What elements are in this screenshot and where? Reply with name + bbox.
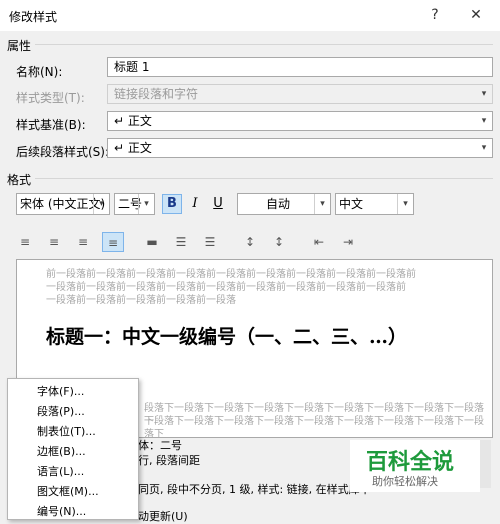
space-before-icon[interactable]: ↕ bbox=[239, 232, 261, 252]
menu-item-paragraph[interactable]: 段落(P)... bbox=[8, 402, 136, 422]
menu-item-language[interactable]: 语言(L)... bbox=[8, 462, 136, 482]
align-center-icon[interactable]: ≡ bbox=[43, 232, 65, 252]
line-spacing-double-icon[interactable]: ☰ bbox=[199, 232, 221, 252]
bold-button[interactable]: B bbox=[162, 194, 182, 214]
next-style-label: 后续段落样式(S): bbox=[16, 145, 110, 159]
format-context-menu: 字体(F)... 段落(P)... 制表位(T)... 边框(B)... 语言(… bbox=[7, 378, 139, 520]
underline-button[interactable]: U bbox=[208, 194, 228, 214]
menu-item-frame[interactable]: 图文框(M)... bbox=[8, 482, 136, 502]
align-right-icon[interactable]: ≡ bbox=[72, 232, 94, 252]
chevron-down-icon: ▾ bbox=[314, 194, 330, 214]
name-label: 名称(N): bbox=[16, 65, 63, 79]
chevron-down-icon: ▾ bbox=[93, 194, 109, 214]
next-paragraph-line: 一段落下一段落下一段落下一段落下一段落下一段落下一段落下一段落下一段落下 bbox=[144, 416, 484, 438]
dialog-title: 修改样式 bbox=[9, 10, 58, 24]
chevron-down-icon: ▾ bbox=[481, 143, 487, 153]
language-select[interactable]: 中文 ▾ bbox=[335, 193, 414, 215]
chevron-down-icon: ▾ bbox=[397, 194, 413, 214]
watermark-slogan: 助你轻松解决 bbox=[372, 475, 438, 488]
description-line: 体：二号 bbox=[138, 439, 182, 452]
italic-button[interactable]: I bbox=[185, 194, 205, 214]
previous-paragraph-line: 一段落前一段落前一段落前一段落前一段落前一段落前一段落前一段落前一段落前 bbox=[46, 282, 406, 293]
description-line: 行, 段落间距 bbox=[138, 454, 200, 467]
menu-item-numbering[interactable]: 编号(N)... bbox=[8, 502, 136, 522]
format-section-title: 格式 bbox=[7, 173, 32, 187]
style-base-value: ↵ 正文 bbox=[114, 114, 152, 128]
auto-update-label[interactable]: 动更新(U) bbox=[138, 508, 188, 524]
color-select[interactable]: 自动 ▾ bbox=[237, 193, 331, 215]
style-type-select: 链接段落和字符 ▾ bbox=[107, 84, 493, 104]
align-justify-icon[interactable]: ≡ bbox=[102, 232, 124, 252]
menu-item-border[interactable]: 边框(B)... bbox=[8, 442, 136, 462]
decrease-indent-icon[interactable]: ⇤ bbox=[308, 232, 330, 252]
previous-paragraph-line: 前一段落前一段落前一段落前一段落前一段落前一段落前一段落前一段落前一段落前 bbox=[46, 269, 416, 280]
close-button[interactable]: ✕ bbox=[465, 5, 487, 25]
menu-item-tabs[interactable]: 制表位(T)... bbox=[8, 422, 136, 442]
menu-item-font[interactable]: 字体(F)... bbox=[8, 382, 136, 402]
color-value: 自动 bbox=[266, 197, 291, 211]
chevron-down-icon: ▾ bbox=[481, 116, 487, 126]
next-style-value: ↵ 正文 bbox=[114, 141, 152, 155]
watermark: 百科全说 助你轻松解决 bbox=[350, 440, 480, 492]
format-divider bbox=[35, 178, 493, 179]
align-left-icon[interactable]: ≡ bbox=[14, 232, 36, 252]
properties-divider bbox=[35, 44, 493, 45]
style-base-label: 样式基准(B): bbox=[16, 118, 86, 132]
help-button[interactable]: ? bbox=[424, 5, 446, 25]
watermark-brand: 百科全说 bbox=[366, 450, 455, 475]
chevron-down-icon: ▾ bbox=[138, 194, 154, 214]
font-select[interactable]: 宋体 (中文正文) ▾ bbox=[16, 193, 110, 215]
increase-indent-icon[interactable]: ⇥ bbox=[337, 232, 359, 252]
line-spacing-onehalf-icon[interactable]: ☰ bbox=[170, 232, 192, 252]
preview-heading: 标题一：中文一级编号（一、二、三、…） bbox=[46, 326, 408, 348]
properties-section-title: 属性 bbox=[7, 39, 32, 53]
name-input[interactable]: 标题 1 bbox=[107, 57, 493, 77]
size-select[interactable]: 二号 ▾ bbox=[114, 193, 155, 215]
space-after-icon[interactable]: ↕ bbox=[268, 232, 290, 252]
style-type-value: 链接段落和字符 bbox=[114, 87, 199, 101]
language-value: 中文 bbox=[339, 197, 364, 211]
next-style-select[interactable]: ↵ 正文 ▾ bbox=[107, 138, 493, 158]
chevron-down-icon: ▾ bbox=[481, 89, 487, 99]
line-spacing-single-icon[interactable]: ▬ bbox=[141, 232, 163, 252]
style-type-label: 样式类型(T): bbox=[16, 91, 85, 105]
style-base-select[interactable]: ↵ 正文 ▾ bbox=[107, 111, 493, 131]
previous-paragraph-line: 一段落前一段落前一段落前一段落前一段落 bbox=[46, 295, 236, 306]
description-line: 同页, 段中不分页, 1 级, 样式: 链接, 在样式库中 bbox=[138, 483, 371, 496]
